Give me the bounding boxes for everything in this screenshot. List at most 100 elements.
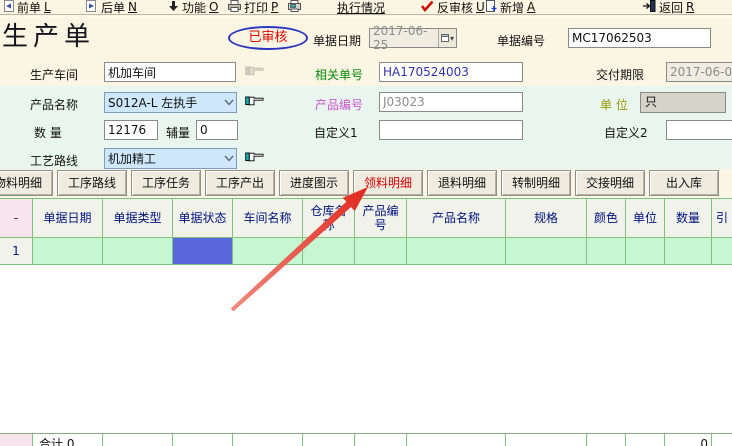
tab-process-output[interactable]: 工序产出 bbox=[205, 170, 275, 196]
table-row: 1 bbox=[0, 238, 732, 265]
chevron-down-icon bbox=[222, 99, 236, 106]
print-preview-icon bbox=[288, 0, 301, 15]
functions-button[interactable]: 功能O bbox=[168, 0, 218, 14]
row-number-cell[interactable]: 1 bbox=[0, 238, 33, 265]
grid-cell[interactable] bbox=[407, 238, 506, 265]
picking-detail-grid: - 单据日期 单据类型 单据状态 车间名称 仓库名称 产品编号 产品名称 规格 … bbox=[0, 198, 732, 265]
tab-picking-detail[interactable]: 领料明细 bbox=[353, 170, 423, 196]
custom1-label: 自定义1 bbox=[314, 124, 358, 141]
grid-cell[interactable] bbox=[33, 238, 103, 265]
lookup-hand-icon-disabled bbox=[245, 64, 265, 78]
calendar-dropdown-button[interactable]: ▾ bbox=[438, 29, 456, 47]
lookup-hand-icon[interactable] bbox=[245, 94, 265, 108]
related-no-input[interactable] bbox=[379, 62, 523, 82]
return-icon bbox=[643, 0, 656, 15]
product-no-label: 产品编号 bbox=[315, 96, 363, 113]
process-route-value: 机加精工 bbox=[105, 150, 222, 167]
aux-quantity-label: 辅量 bbox=[166, 124, 190, 141]
total-label-cell: 合计 0 bbox=[33, 434, 103, 446]
doc-date-value: 2017-06-25 bbox=[370, 24, 438, 52]
approved-stamp: 已审核 bbox=[228, 26, 308, 50]
custom1-input[interactable] bbox=[379, 120, 523, 140]
quantity-input[interactable] bbox=[104, 120, 158, 140]
column-header: 产品编号 bbox=[355, 199, 407, 238]
related-no-label: 相关单号 bbox=[315, 66, 363, 83]
down-arrow-icon bbox=[168, 0, 179, 15]
tab-in-out-warehouse[interactable]: 出入库 bbox=[649, 170, 719, 196]
total-qty-cell: 0 bbox=[665, 434, 712, 446]
grid-cell[interactable] bbox=[665, 238, 712, 265]
page-title: 生产单 bbox=[2, 16, 95, 53]
print-preview-button[interactable] bbox=[288, 0, 301, 14]
grid-cell[interactable] bbox=[626, 238, 665, 265]
delivery-date-label: 交付期限 bbox=[596, 66, 644, 83]
print-button[interactable]: 打印P bbox=[228, 0, 278, 14]
production-order-window: 前单L 后单N 功能O 打印P 执行情况 反审核U 新增A 返回R 生产单 已审… bbox=[0, 0, 732, 446]
unit-field: 只 bbox=[640, 92, 726, 113]
column-header: 单据状态 bbox=[173, 199, 233, 238]
column-header: 引 bbox=[712, 199, 732, 238]
grid-cell[interactable] bbox=[506, 238, 587, 265]
grid-cell[interactable] bbox=[103, 238, 173, 265]
tab-material-detail[interactable]: 物料明细 bbox=[0, 170, 53, 196]
total-row-corner-cell bbox=[0, 434, 33, 446]
process-route-combo[interactable]: 机加精工 bbox=[104, 148, 237, 169]
aux-quantity-input[interactable] bbox=[196, 120, 238, 140]
doc-no-label: 单据编号 bbox=[497, 32, 545, 49]
unit-label: 单 位 bbox=[600, 96, 628, 113]
doc-date-label: 单据日期 bbox=[313, 32, 361, 49]
doc-no-input[interactable] bbox=[568, 28, 711, 48]
grid-background bbox=[0, 264, 732, 446]
grid-cell[interactable] bbox=[712, 238, 732, 265]
grid-total-row: 合计 0 0 bbox=[0, 433, 732, 446]
doc-back-icon bbox=[2, 0, 14, 15]
new-doc-icon bbox=[485, 0, 497, 15]
add-new-button[interactable]: 新增A bbox=[485, 0, 535, 14]
grid-cell[interactable] bbox=[233, 238, 303, 265]
product-name-label: 产品名称 bbox=[30, 96, 78, 113]
workshop-label: 生产车间 bbox=[30, 66, 78, 83]
unapprove-button[interactable]: 反审核U bbox=[420, 0, 485, 14]
grid-cell[interactable] bbox=[355, 238, 407, 265]
column-header: 单据类型 bbox=[103, 199, 173, 238]
column-header: 单据日期 bbox=[33, 199, 103, 238]
process-route-label: 工艺路线 bbox=[30, 152, 78, 169]
column-header: 单位 bbox=[626, 199, 665, 238]
doc-forward-icon bbox=[86, 0, 98, 15]
return-button[interactable]: 返回R bbox=[643, 0, 694, 14]
custom2-input[interactable] bbox=[666, 120, 732, 140]
column-header: 规格 bbox=[506, 199, 587, 238]
grid-header-row: - 单据日期 单据类型 单据状态 车间名称 仓库名称 产品编号 产品名称 规格 … bbox=[0, 199, 732, 238]
column-header: 车间名称 bbox=[233, 199, 303, 238]
selected-grid-cell[interactable] bbox=[173, 238, 233, 265]
product-no-input[interactable] bbox=[379, 92, 523, 112]
chevron-down-icon: ▾ bbox=[450, 34, 454, 43]
tab-handover-detail[interactable]: 交接明细 bbox=[575, 170, 645, 196]
doc-date-field[interactable]: 2017-06-25 ▾ bbox=[369, 28, 457, 48]
workshop-input[interactable] bbox=[104, 62, 236, 82]
execution-status-button[interactable]: 执行情况 bbox=[337, 0, 385, 14]
custom2-label: 自定义2 bbox=[604, 124, 648, 141]
product-name-combo[interactable]: S012A-L 左执手 bbox=[104, 92, 237, 113]
red-check-icon bbox=[420, 0, 434, 15]
toolbar-divider bbox=[0, 14, 732, 18]
column-header: 产品名称 bbox=[407, 199, 506, 238]
tab-process-route[interactable]: 工序路线 bbox=[57, 170, 127, 196]
grid-cell[interactable] bbox=[303, 238, 355, 265]
column-header: 数量 bbox=[665, 199, 712, 238]
tab-transfer-detail[interactable]: 转制明细 bbox=[501, 170, 571, 196]
column-header: 仓库名称 bbox=[303, 199, 355, 238]
lookup-hand-icon[interactable] bbox=[245, 150, 265, 164]
column-header: 颜色 bbox=[587, 199, 626, 238]
quantity-label: 数 量 bbox=[34, 124, 62, 141]
grid-cell[interactable] bbox=[587, 238, 626, 265]
tab-return-material-detail[interactable]: 退料明细 bbox=[427, 170, 497, 196]
product-name-value: S012A-L 左执手 bbox=[105, 94, 222, 111]
printer-icon bbox=[228, 0, 241, 15]
tab-progress-chart[interactable]: 进度图示 bbox=[279, 170, 349, 196]
tab-process-task[interactable]: 工序任务 bbox=[131, 170, 201, 196]
next-doc-button[interactable]: 后单N bbox=[86, 0, 137, 14]
delivery-date-input[interactable] bbox=[666, 62, 732, 82]
chevron-down-icon bbox=[222, 155, 236, 162]
prev-doc-button[interactable]: 前单L bbox=[2, 0, 51, 14]
